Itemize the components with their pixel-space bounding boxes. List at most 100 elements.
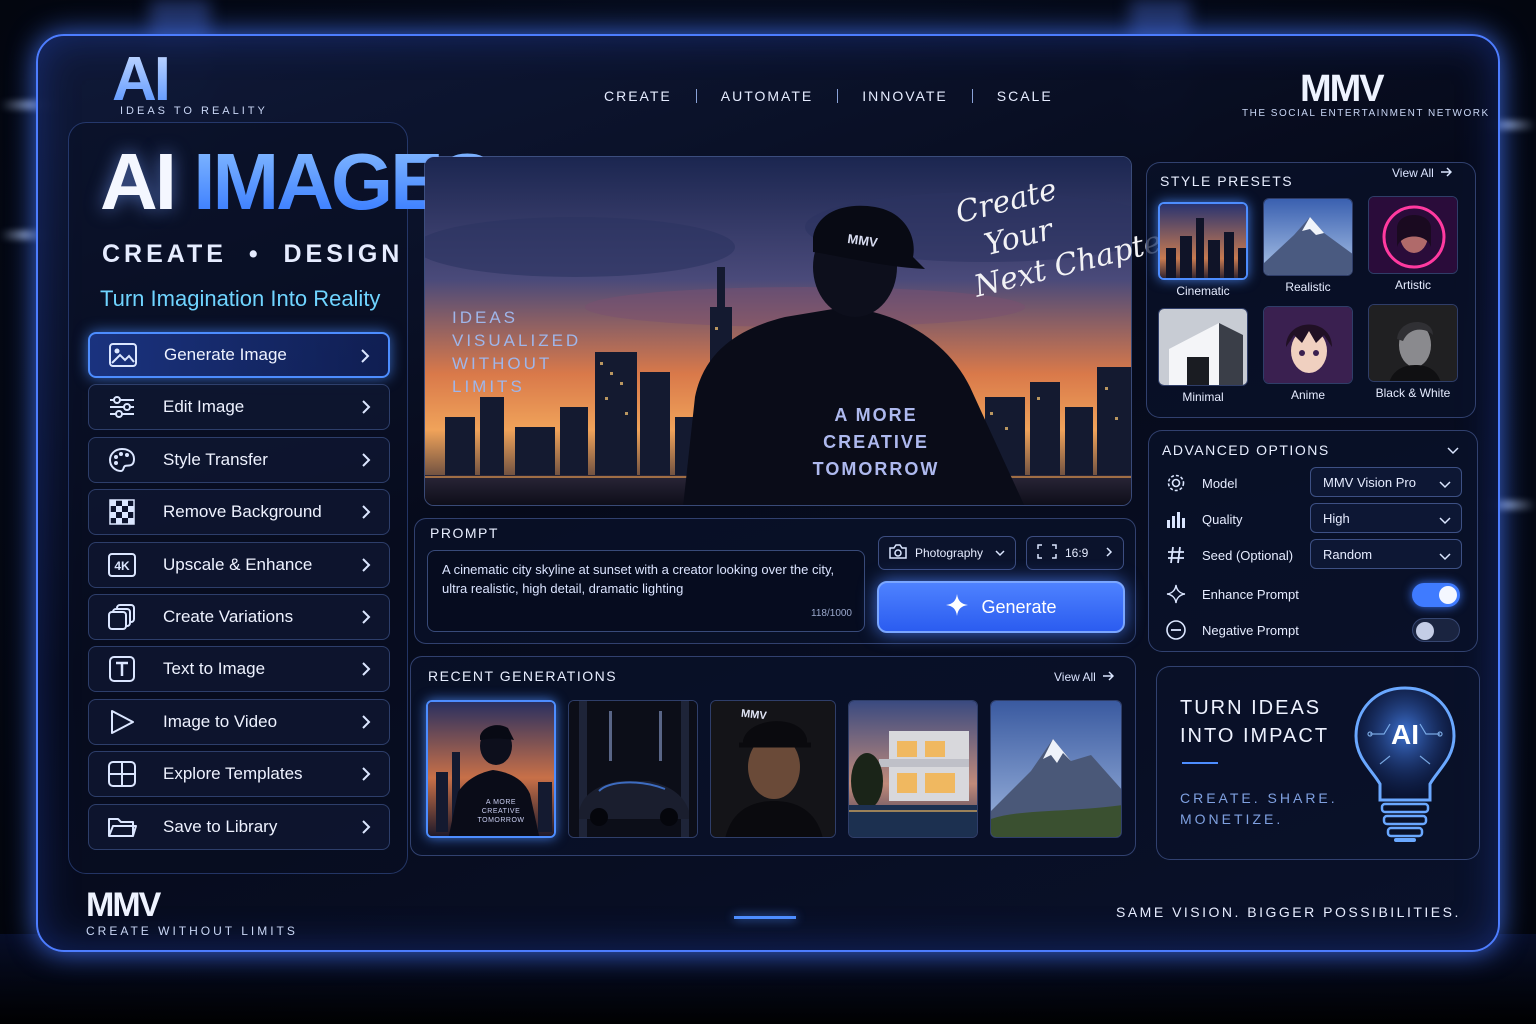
menu-image-to-video[interactable]: Image to Video [88,698,390,745]
checker-icon [107,497,137,527]
impact-title-line: INTO IMPACT [1180,725,1330,747]
chevron-right-icon [361,609,371,630]
style-select[interactable]: Photography [878,536,1016,570]
recent-view-all[interactable]: View All [1054,670,1114,684]
impact-title-line: TURN IDEAS [1180,697,1322,719]
toggle-knob [1416,622,1434,640]
generate-button[interactable]: Generate [877,581,1125,633]
menu-label: Remove Background [163,502,322,522]
chevron-right-icon [361,661,371,682]
minus-circle-icon [1164,619,1188,641]
menu-label: Create Variations [163,606,294,626]
menu-remove-background[interactable]: Remove Background [88,489,390,536]
nav-scale[interactable]: SCALE [973,88,1077,104]
menu-generate-image[interactable]: Generate Image [88,332,390,378]
model-label: Model [1202,475,1238,491]
preview-left-text: IDEAS VISUALIZED WITHOUT LIMITS [452,306,581,398]
menu-save-to-library[interactable]: Save to Library [88,803,390,850]
preset-minimal[interactable]: Minimal [1158,308,1248,404]
menu-edit-image[interactable]: Edit Image [88,384,390,431]
menu-create-variations[interactable]: Create Variations [88,593,390,640]
model-select[interactable]: MMV Vision Pro [1310,467,1462,497]
nav-innovate[interactable]: INNOVATE [838,88,972,104]
recent-thumb-5[interactable] [990,700,1122,838]
preset-artistic[interactable]: Artistic [1368,196,1458,292]
presets-view-all[interactable]: View All [1392,166,1452,180]
quality-select[interactable]: High [1310,503,1462,533]
nav-create[interactable]: CREATE [580,88,696,104]
aspect-ratio-select[interactable]: 16:9 [1026,536,1124,570]
chevron-down-icon [995,546,1005,560]
menu-explore-templates[interactable]: Explore Templates [88,751,390,798]
menu-text-to-image[interactable]: Text to Image [88,646,390,693]
negative-toggle[interactable] [1412,618,1460,642]
prompt-text: A cinematic city skyline at sunset with … [442,562,835,596]
preset-black-white[interactable]: Black & White [1368,304,1458,400]
play-icon [107,707,137,737]
chevron-right-icon [1106,546,1113,560]
svg-text:4K: 4K [114,559,130,573]
chevron-right-icon [361,504,371,525]
preset-thumb [1368,304,1458,382]
preset-thumb [1263,198,1353,276]
nav-automate[interactable]: AUTOMATE [697,88,838,104]
toggle-knob [1439,586,1457,604]
chevron-down-icon[interactable] [1447,442,1459,460]
generate-label: Generate [981,596,1057,617]
thumb-text-line: TOMORROW [477,817,525,824]
preset-label: Cinematic [1176,284,1230,298]
menu-label: Image to Video [163,711,278,731]
preset-thumb [1158,308,1248,386]
preset-thumb [1368,196,1458,274]
preset-anime[interactable]: Anime [1263,306,1353,402]
quality-label: Quality [1202,511,1243,527]
impact-subtitle: CREATE. SHARE. MONETIZE. [1180,788,1338,830]
preview-text-line: IDEAS [452,308,519,327]
prompt-input[interactable]: A cinematic city skyline at sunset with … [427,550,865,632]
chevron-right-icon [361,766,371,787]
chevron-right-icon [361,819,371,840]
style-presets-title: STYLE PRESETS [1160,173,1294,189]
lightbulb-icon: AI [1350,684,1460,855]
preset-cinematic[interactable]: Cinematic [1158,202,1248,298]
hoodie-text: A MORE CREATIVE TOMORROW [806,402,946,483]
recent-thumb-3[interactable]: MMV [710,700,836,838]
4k-icon: 4K [107,550,137,580]
menu-label: Upscale & Enhance [163,554,313,574]
menu-label: Explore Templates [163,764,303,784]
hoodie-text-line: CREATIVE [823,432,929,452]
menu-style-transfer[interactable]: Style Transfer [88,436,390,483]
thumb-text-line: CREATIVE [481,808,521,815]
recent-thumb-2[interactable] [568,700,698,838]
footer-slogan: SAME VISION. BIGGER POSSIBILITIES. [1116,904,1461,920]
char-count: 118/1000 [811,608,852,619]
footer-logo: MMV [86,886,161,924]
view-all-label: View All [1392,166,1434,180]
preview-text-line: WITHOUT [452,354,553,373]
preset-realistic[interactable]: Realistic [1263,198,1353,294]
arrow-right-icon [1102,670,1114,684]
tool-menu: Generate Image Edit Image Style Transfer… [88,332,390,856]
seed-select[interactable]: Random [1310,539,1462,569]
chevron-right-icon [361,714,371,735]
thumb-cap-text: MMV [740,707,768,723]
preview-text-line: LIMITS [452,377,525,396]
preview-text-line: VISUALIZED [452,331,582,350]
chevron-right-icon [361,452,371,473]
mmv-logo: MMV [1300,68,1385,110]
model-value: MMV Vision Pro [1323,474,1416,490]
seed-value: Random [1323,546,1373,562]
menu-label: Style Transfer [163,449,268,469]
mmv-tagline: THE SOCIAL ENTERTAINMENT NETWORK [1242,108,1490,119]
preset-label: Artistic [1395,278,1431,292]
recent-thumb-4[interactable] [848,700,978,838]
aspect-ratio-value: 16:9 [1065,546,1089,560]
menu-upscale-enhance[interactable]: 4K Upscale & Enhance [88,541,390,588]
top-nav: CREATE AUTOMATE INNOVATE SCALE [580,88,1077,104]
bulb-text: AI [1391,719,1419,750]
logo-tagline: IDEAS TO REALITY [120,105,268,117]
enhance-toggle[interactable] [1412,583,1460,607]
impact-sub-line: MONETIZE. [1180,811,1284,827]
menu-label: Text to Image [163,659,266,679]
hash-icon [1164,545,1188,565]
